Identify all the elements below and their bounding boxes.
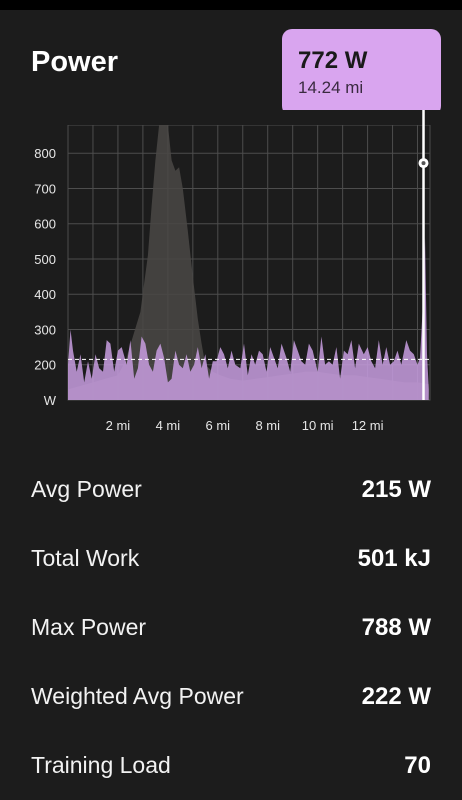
stat-label: Training Load (31, 752, 171, 778)
stat-value: 788 W (361, 614, 431, 641)
stat-value: 222 W (361, 683, 431, 710)
page-title: Power (31, 46, 119, 78)
x-tick-label: 12 mi (352, 418, 384, 433)
x-tick-label: 6 mi (206, 418, 231, 433)
y-tick-label: 400 (34, 287, 56, 302)
stat-value: 215 W (361, 476, 431, 503)
stat-row-training-load: Training Load 70 (31, 744, 431, 784)
stat-label: Avg Power (31, 476, 142, 502)
y-tick-label: 700 (34, 181, 56, 196)
tooltip-distance-value: 14.24 mi (298, 78, 364, 97)
stat-label: Total Work (31, 545, 140, 571)
y-tick-label: 500 (34, 252, 56, 267)
x-tick-label: 10 mi (302, 418, 334, 433)
x-tick-label: 8 mi (255, 418, 280, 433)
stat-label: Max Power (31, 614, 147, 640)
stat-row-max-power: Max Power 788 W (31, 606, 431, 646)
y-tick-label: 600 (34, 217, 56, 232)
stat-row-avg-power: Avg Power 215 W (31, 468, 431, 508)
x-tick-label: 4 mi (156, 418, 181, 433)
chart-tooltip: 772 W 14.24 mi (282, 29, 441, 116)
cursor-marker-center (421, 161, 426, 166)
y-tick-label: 200 (34, 358, 56, 373)
stat-label: Weighted Avg Power (31, 683, 244, 709)
y-tick-label: 800 (34, 146, 56, 161)
stat-row-total-work: Total Work 501 kJ (31, 537, 431, 577)
stat-row-weighted-avg-power: Weighted Avg Power 222 W (31, 675, 431, 715)
power-area (68, 237, 429, 400)
x-tick-label: 2 mi (106, 418, 131, 433)
plot-top-mask (0, 110, 462, 125)
y-tick-label: 300 (34, 322, 56, 337)
tooltip-power-value: 772 W (298, 47, 368, 74)
stat-value: 70 (404, 752, 431, 779)
stat-value: 501 kJ (357, 545, 431, 572)
power-chart[interactable]: W 200 300 400 500 600 700 800 2 mi 4 mi 6 mi 8 mi 10… (0, 110, 462, 450)
status-bar-strip (0, 0, 462, 10)
y-tick-label: W (44, 393, 57, 408)
